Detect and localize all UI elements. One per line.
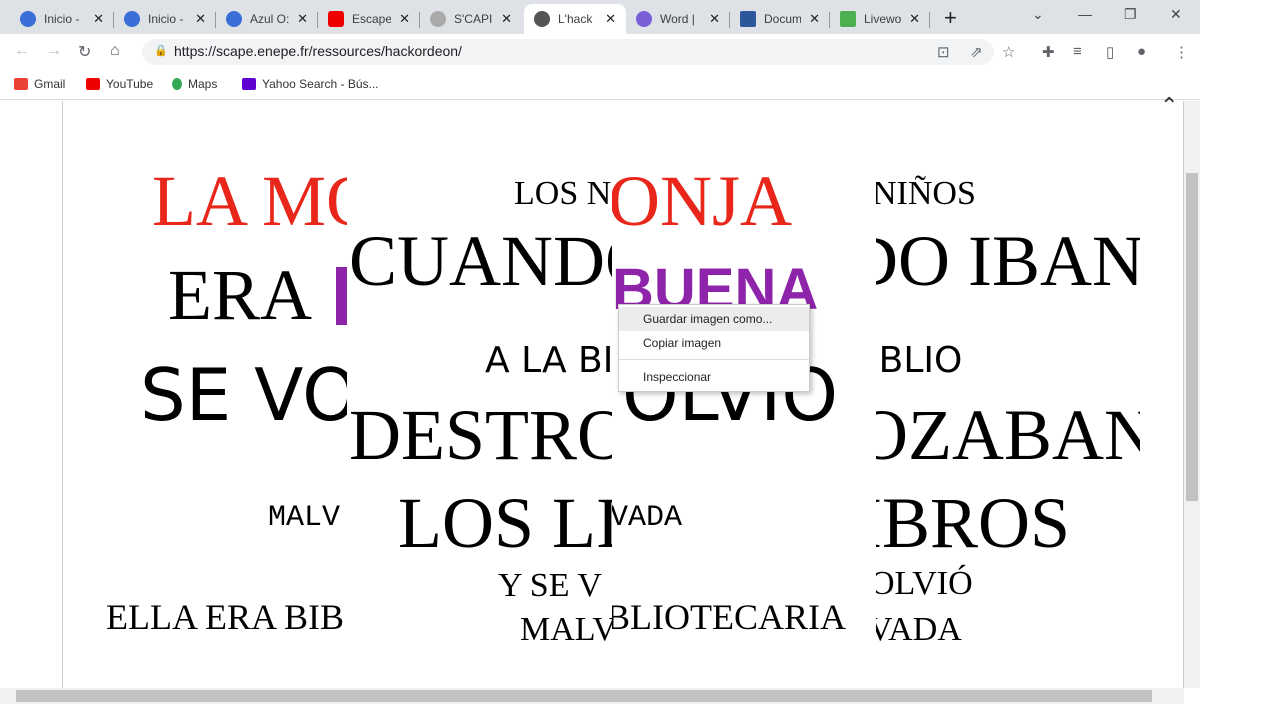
bookmarks-bar: Gmail YouTube Maps Yahoo Search - Bús...: [0, 70, 1200, 100]
tab[interactable]: Word | ✕: [626, 4, 730, 34]
tab[interactable]: Livewo ✕: [830, 4, 930, 34]
profile-avatar[interactable]: ●: [1137, 43, 1146, 60]
scroll-up-chevron-icon[interactable]: ⌃: [1160, 93, 1178, 119]
scrollbar-thumb[interactable]: [1186, 173, 1198, 501]
close-tab-icon[interactable]: ✕: [501, 11, 512, 27]
tab[interactable]: S'CAPI ✕: [420, 4, 522, 34]
word: MALV: [520, 611, 612, 648]
word: DESTRO: [349, 395, 612, 475]
tab-bar: Inicio - ✕ Inicio - ✕ Azul O: ✕ Escape ✕ S'C…: [0, 0, 1200, 34]
back-icon[interactable]: ←: [14, 42, 30, 60]
word: OZABAN: [876, 395, 1140, 475]
tab[interactable]: Inicio - ✕: [114, 4, 216, 34]
word: VADA: [876, 611, 962, 648]
lock-icon: 🔒: [154, 45, 168, 57]
word: MALV: [268, 501, 341, 535]
word: SE VO: [140, 353, 347, 437]
word: CUANDO: [349, 221, 612, 301]
canva-icon: [20, 11, 36, 27]
menu-item-copy-image[interactable]: Copiar imagen: [619, 331, 809, 355]
menu-item-inspect[interactable]: Inspeccionar: [619, 365, 809, 389]
canva-icon: [226, 11, 242, 27]
menu-item-save-image[interactable]: Guardar imagen como...: [619, 307, 809, 331]
youtube-icon: [86, 78, 100, 90]
side-panel-icon[interactable]: ▯: [1106, 43, 1114, 61]
extensions-icon[interactable]: ✚: [1042, 43, 1055, 61]
translate-icon[interactable]: ⊡: [937, 43, 950, 61]
bookmark-maps[interactable]: Maps: [172, 77, 217, 91]
status-area: [0, 704, 1200, 720]
word: IBLIO: [876, 340, 963, 381]
purple-fragment: [336, 267, 347, 325]
context-menu: Guardar imagen como... Copiar imagen Ins…: [618, 304, 810, 392]
image-strip-2[interactable]: LOS N CUANDO A LA BI DESTRO LOS LI Y SE …: [347, 101, 612, 688]
word: ELLA ERA BIB: [106, 597, 345, 637]
close-tab-icon[interactable]: ✕: [909, 11, 920, 27]
tab-active[interactable]: L'hack ✕: [524, 4, 626, 34]
word: LOS LI: [398, 483, 612, 563]
word: NIÑOS: [876, 175, 976, 212]
page-content: LA MO ERA SE VO MALV ELLA ERA BIB LOS N …: [0, 101, 1184, 688]
word: LOS N: [514, 175, 612, 212]
forward-icon[interactable]: →: [46, 42, 62, 60]
word: IBROS: [876, 483, 1071, 563]
youtube-icon: [328, 11, 344, 27]
word: LA MO: [152, 161, 347, 241]
menu-icon[interactable]: ⋮: [1174, 43, 1189, 61]
close-tab-icon[interactable]: ✕: [297, 11, 308, 27]
close-window-button[interactable]: ✕: [1170, 6, 1182, 23]
image-strip-3[interactable]: ONJA BUENA OLVIO VADA BLIOTECARIA: [612, 101, 876, 688]
close-tab-icon[interactable]: ✕: [93, 11, 104, 27]
restore-button[interactable]: ❐: [1124, 6, 1137, 23]
bookmark-gmail[interactable]: Gmail: [14, 77, 65, 91]
close-tab-icon[interactable]: ✕: [709, 11, 720, 27]
scrollbar-thumb[interactable]: [16, 690, 1152, 702]
yahoo-icon: [242, 78, 256, 90]
word: OLVIÓ: [876, 565, 973, 602]
word: DO IBAN: [876, 221, 1140, 301]
bookmark-yahoo[interactable]: Yahoo Search - Bús...: [242, 77, 379, 91]
close-tab-icon[interactable]: ✕: [809, 11, 820, 27]
word: Y SE V: [498, 567, 602, 604]
word: ONJA: [612, 161, 793, 241]
share-icon[interactable]: ⇗: [970, 43, 983, 61]
vertical-scrollbar[interactable]: [1184, 101, 1200, 688]
image-strip-4[interactable]: NIÑOS DO IBAN IBLIO OZABAN IBROS OLVIÓ V…: [876, 101, 1140, 688]
close-tab-icon[interactable]: ✕: [605, 11, 616, 27]
address-bar[interactable]: 🔒 https://scape.enepe.fr/ressources/hacko…: [142, 39, 994, 65]
word: ERA: [168, 255, 312, 335]
liveworksheets-icon: [840, 11, 856, 27]
word: BLIOTECARIA: [612, 597, 846, 637]
close-tab-icon[interactable]: ✕: [195, 11, 206, 27]
horizontal-scrollbar[interactable]: [0, 688, 1184, 704]
globe-icon: [534, 11, 550, 27]
tab[interactable]: Inicio - ✕: [10, 4, 114, 34]
new-tab-button[interactable]: +: [944, 5, 957, 31]
bookmark-youtube[interactable]: YouTube: [86, 77, 153, 91]
minimize-button[interactable]: —: [1078, 6, 1092, 22]
word-icon: [740, 11, 756, 27]
canva-icon: [124, 11, 140, 27]
close-tab-icon[interactable]: ✕: [399, 11, 410, 27]
bookmark-star-icon[interactable]: ☆: [1002, 43, 1015, 61]
reload-icon[interactable]: ↻: [78, 42, 91, 62]
media-icon[interactable]: ≡: [1073, 43, 1082, 60]
home-icon[interactable]: ⌂: [110, 42, 120, 60]
tab[interactable]: Azul O: ✕: [216, 4, 318, 34]
word: VADA: [612, 501, 683, 535]
tab[interactable]: Escape ✕: [318, 4, 420, 34]
image-strip-1[interactable]: LA MO ERA SE VO MALV ELLA ERA BIB: [64, 101, 347, 688]
gmail-icon: [14, 78, 28, 90]
word: A LA BI: [485, 340, 612, 381]
maps-icon: [172, 78, 182, 90]
tab[interactable]: Docum ✕: [730, 4, 830, 34]
copilot-icon: [636, 11, 652, 27]
menu-divider: [619, 359, 809, 360]
site-icon: [430, 11, 446, 27]
blank-area: [1200, 0, 1280, 720]
tab-search-icon[interactable]: ⌄: [1032, 6, 1044, 23]
